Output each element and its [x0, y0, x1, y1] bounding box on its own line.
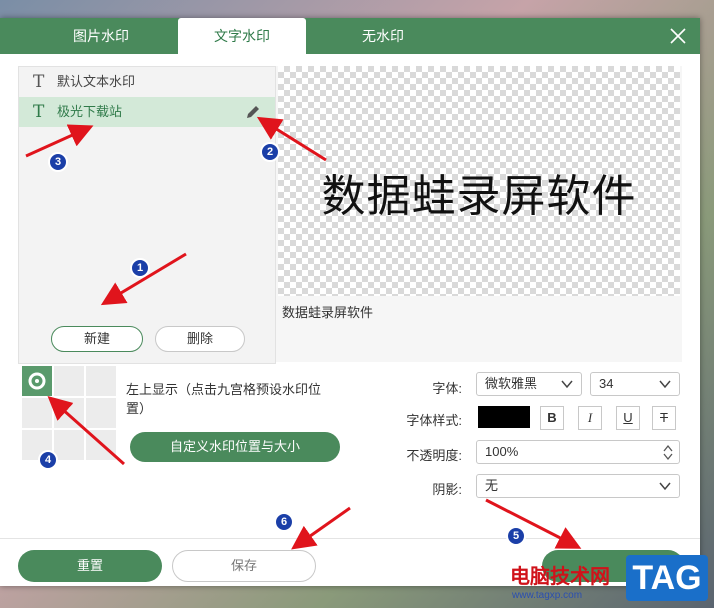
footer-divider [0, 538, 700, 539]
site-watermark-title: 电脑技术网 [510, 566, 610, 588]
close-icon[interactable] [668, 26, 688, 46]
step-badge-2: 2 [260, 142, 280, 162]
strikethrough-button[interactable]: T [652, 406, 676, 430]
step-badge-4: 4 [38, 450, 58, 470]
tab-text-watermark[interactable]: 文字水印 [178, 18, 306, 54]
list-item-jiguang[interactable]: T 极光下载站 [19, 97, 275, 127]
tab-image-watermark[interactable]: 图片水印 [24, 18, 178, 54]
step-badge-5: 5 [506, 526, 526, 546]
custom-position-button[interactable]: 自定义水印位置与大小 [130, 432, 340, 462]
delete-button[interactable]: 删除 [155, 326, 245, 352]
font-color-swatch[interactable] [478, 406, 530, 428]
site-watermark-url: www.tagxp.com [512, 590, 583, 601]
list-item-default-text[interactable]: T 默认文本水印 [19, 67, 275, 97]
font-family-select[interactable]: 微软雅黑 [476, 372, 582, 396]
italic-button[interactable]: I [578, 406, 602, 430]
grid-cell-top-left[interactable] [22, 366, 52, 396]
chevron-down-icon [659, 380, 671, 389]
spin-up-icon[interactable] [663, 444, 673, 452]
chevron-down-icon [659, 482, 671, 491]
opacity-value: 100% [485, 444, 519, 459]
step-badge-6: 6 [274, 512, 294, 532]
tab-no-watermark[interactable]: 无水印 [306, 18, 460, 54]
bold-button[interactable]: B [540, 406, 564, 430]
text-type-icon: T [33, 72, 45, 92]
preview-caption: 数据蛙录屏软件 [282, 305, 374, 320]
shadow-select[interactable]: 无 [476, 474, 680, 498]
position-description: 左上显示（点击九宫格预设水印位置） [126, 382, 322, 416]
font-family-value: 微软雅黑 [485, 376, 538, 391]
underline-button[interactable]: U [616, 406, 640, 430]
spin-down-icon[interactable] [663, 453, 673, 461]
font-size-select[interactable]: 34 [590, 372, 680, 396]
watermark-position-icon [28, 372, 46, 390]
tab-bar: 图片水印 文字水印 无水印 [0, 18, 700, 54]
pencil-icon[interactable] [245, 104, 261, 120]
preview-watermark-text: 数据蛙录屏软件 [321, 172, 637, 221]
grid-cell-middle-right[interactable] [86, 398, 116, 428]
font-style-label: 字体样式: [406, 413, 462, 428]
chevron-down-icon [561, 380, 573, 389]
watermark-list-panel: T 默认文本水印 T 极光下载站 新建 删除 [18, 66, 276, 364]
list-item-label: 极光下载站 [57, 104, 123, 119]
shadow-label: 阴影: [432, 482, 462, 497]
step-badge-1: 1 [130, 258, 150, 278]
grid-cell-bottom-right[interactable] [86, 430, 116, 460]
opacity-input[interactable]: 100% [476, 440, 680, 464]
site-watermark-tag: TAG [626, 555, 708, 601]
transparent-canvas: 数据蛙录屏软件 [278, 66, 680, 296]
reset-button[interactable]: 重置 [18, 550, 162, 582]
grid-cell-middle-left[interactable] [22, 398, 52, 428]
new-button[interactable]: 新建 [51, 326, 143, 352]
text-type-icon: T [33, 102, 45, 122]
grid-cell-bottom-center[interactable] [54, 430, 84, 460]
save-button[interactable]: 保存 [172, 550, 316, 582]
grid-cell-top-right[interactable] [86, 366, 116, 396]
list-item-label: 默认文本水印 [57, 74, 136, 89]
grid-cell-center[interactable] [54, 398, 84, 428]
grid-cell-top-center[interactable] [54, 366, 84, 396]
watermark-dialog: 图片水印 文字水印 无水印 T 默认文本水印 T 极光下载站 新建 删除 数据蛙… [0, 18, 700, 586]
position-grid [22, 366, 118, 462]
font-size-value: 34 [599, 376, 614, 391]
shadow-value: 无 [485, 478, 499, 493]
font-label: 字体: [432, 381, 462, 396]
step-badge-3: 3 [48, 152, 68, 172]
preview-panel: 数据蛙录屏软件 数据蛙录屏软件 [276, 66, 682, 362]
opacity-label: 不透明度: [406, 448, 462, 463]
